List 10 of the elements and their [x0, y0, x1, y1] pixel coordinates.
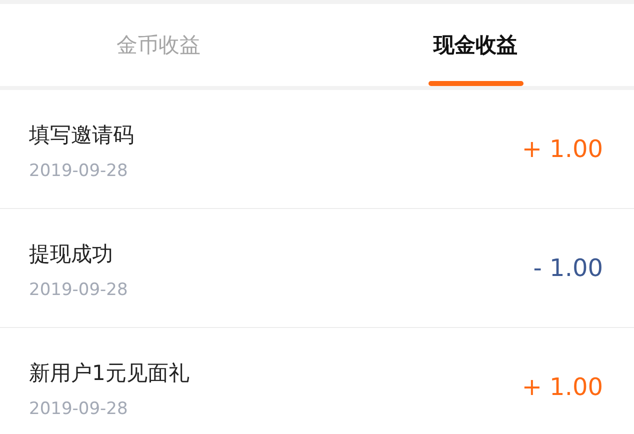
record-title: 填写邀请码 — [29, 122, 134, 149]
record-amount: + 1.00 — [522, 373, 603, 401]
record-date: 2019-09-28 — [29, 280, 128, 300]
tab[interactable]: 现金收益 — [317, 4, 634, 86]
record-amount: + 1.00 — [522, 135, 603, 163]
record-date: 2019-09-28 — [29, 161, 129, 181]
record-title: 提现成功 — [29, 241, 114, 268]
record-title: 新用户1元见面礼 — [29, 360, 190, 387]
record-amount: - 1.00 — [533, 254, 603, 282]
record-date: 2019-09-28 — [29, 399, 129, 419]
